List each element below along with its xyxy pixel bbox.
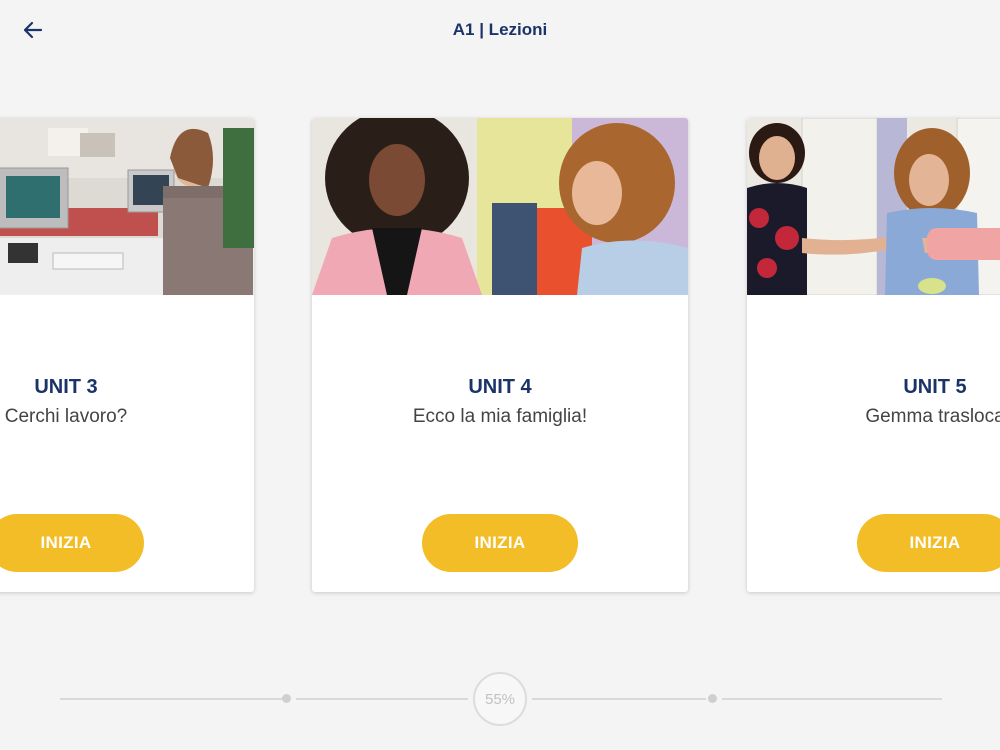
progress-percentage-label: 55% (484, 690, 516, 708)
unit-title: Gemma trasloca (865, 406, 1000, 427)
lesson-card-unit-3[interactable]: UNIT 3 Cerchi lavoro? INIZIA (0, 118, 254, 592)
unit-title: Ecco la mia famiglia! (412, 406, 588, 427)
lesson-card-unit-5[interactable]: UNIT 5 Gemma trasloca INIZIA (747, 118, 1000, 592)
lesson-carousel[interactable]: UNIT 3 Cerchi lavoro? INIZIA UNIT 4 Ecco… (0, 0, 1000, 750)
lesson-card-unit-4[interactable]: UNIT 4 Ecco la mia famiglia! INIZIA (312, 118, 688, 592)
progress-track (532, 698, 706, 700)
lesson-progress: 55% (0, 672, 1000, 726)
start-button[interactable]: INIZIA (422, 514, 578, 572)
progress-dot[interactable] (282, 694, 291, 703)
start-button[interactable]: INIZIA (857, 514, 1000, 572)
unit-label: UNIT 3 (34, 376, 98, 398)
progress-track (296, 698, 468, 700)
lesson-image (0, 118, 254, 295)
progress-track (60, 698, 282, 700)
unit-label: UNIT 4 (468, 376, 532, 398)
app-root: A1 | Lezioni UNIT 3 Cerchi lavoro? INIZI… (0, 0, 1000, 750)
start-button[interactable]: INIZIA (0, 514, 144, 572)
progress-dot[interactable] (708, 694, 717, 703)
progress-track (722, 698, 942, 700)
lesson-image (312, 118, 688, 295)
unit-title: Cerchi lavoro? (4, 406, 128, 427)
unit-label: UNIT 5 (903, 376, 967, 398)
progress-percentage: 55% (473, 672, 527, 726)
lesson-image (747, 118, 1000, 295)
